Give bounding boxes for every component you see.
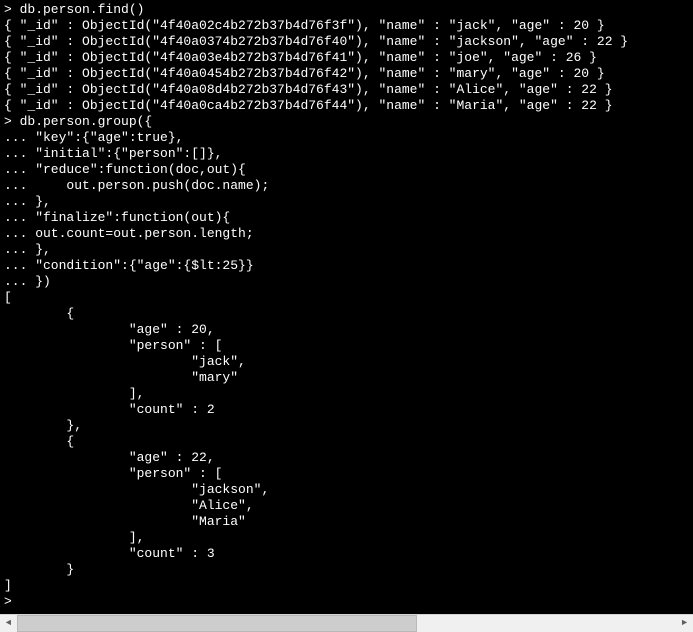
- scrollbar-track[interactable]: [17, 615, 676, 632]
- scroll-right-button[interactable]: ►: [676, 615, 693, 632]
- horizontal-scrollbar[interactable]: ◄ ►: [0, 614, 693, 631]
- scroll-left-button[interactable]: ◄: [0, 615, 17, 632]
- terminal-output: > db.person.find() { "_id" : ObjectId("4…: [0, 0, 693, 614]
- scrollbar-thumb[interactable]: [17, 615, 417, 632]
